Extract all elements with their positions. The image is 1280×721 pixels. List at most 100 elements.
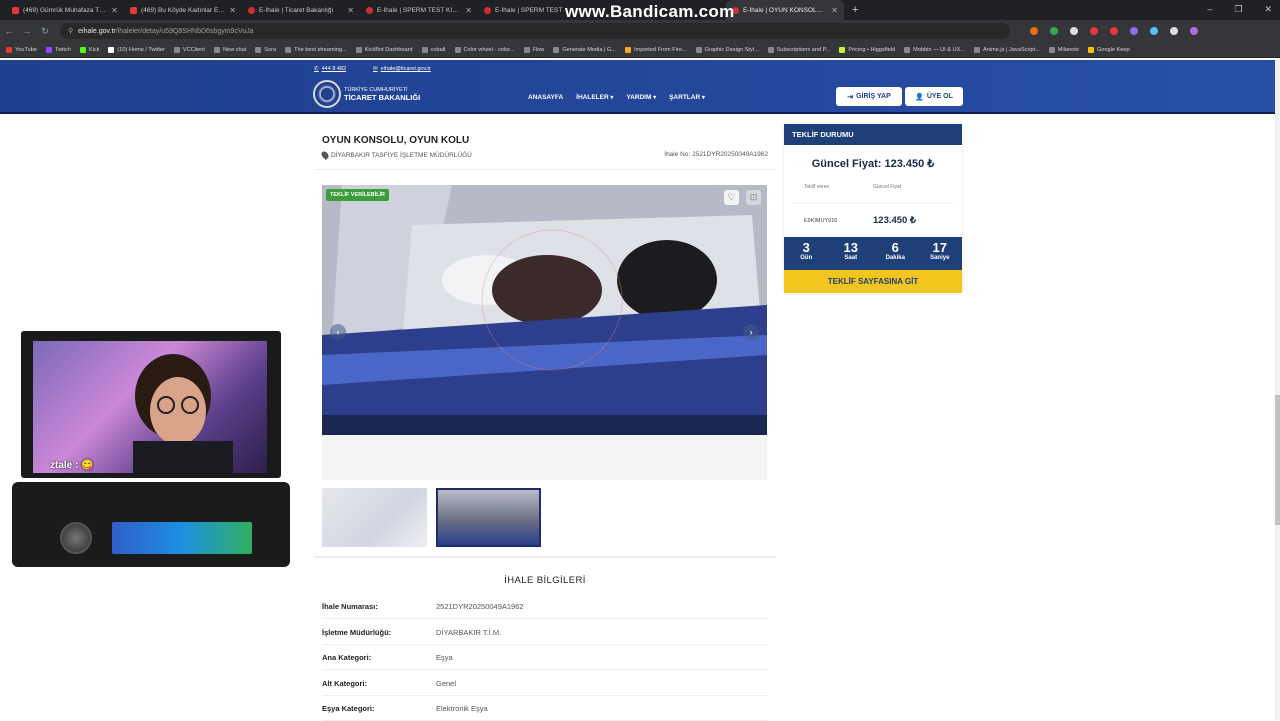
reload-icon[interactable]: ↻ xyxy=(36,26,54,37)
bookmark-item[interactable]: YouTube xyxy=(6,46,37,53)
status-badge: TEKLİF VERİLEBİLİR xyxy=(326,189,389,201)
nav-terms[interactable]: ŞARTLAR xyxy=(669,94,705,101)
extensions-puzzle-icon[interactable] xyxy=(1170,27,1178,35)
scrollbar-thumb[interactable] xyxy=(1275,395,1280,525)
youtube-icon xyxy=(12,6,19,14)
bookmark-item[interactable]: Sora xyxy=(255,46,276,53)
page-scrollbar[interactable] xyxy=(1275,60,1280,720)
bookmark-item[interactable]: Milanote xyxy=(1048,46,1079,53)
bookmark-item[interactable]: Subscriptions and P... xyxy=(767,46,830,53)
youtube-icon xyxy=(6,46,12,53)
bookmark-item[interactable]: Imported From Fire... xyxy=(625,46,687,53)
webcam-overlay xyxy=(12,331,290,567)
site-header: ✆ 444 8 482 ✉ eihale@ticaret.gov.tr TÜRKİY… xyxy=(0,60,1276,114)
bookmark-item[interactable]: Flow xyxy=(523,46,544,53)
browser-tab[interactable]: (469) Bu Köyde Kadınlar Erkekl ✕ xyxy=(124,0,242,20)
listing-photo-carousel[interactable]: TEKLİF VERİLEBİLİR ♡ ⊡ ‹ › xyxy=(322,185,767,435)
go-to-offer-button[interactable]: TEKLİF SAYFASINA GİT xyxy=(784,270,962,293)
ministry-seal-icon xyxy=(313,80,341,108)
bookmark-item[interactable]: Pricing • Higgsfield xyxy=(839,46,895,53)
nav-auctions[interactable]: İHALELER xyxy=(576,94,613,101)
info-row: Alt Kategori: Genel xyxy=(322,671,768,696)
extension-icon[interactable] xyxy=(1110,27,1118,35)
close-icon[interactable]: ✕ xyxy=(465,6,472,15)
close-icon[interactable]: ✕ xyxy=(111,6,118,15)
bookmarks-bar: YouTube Twitch Kick (10) Home / Twitter … xyxy=(0,42,1280,58)
url-field[interactable]: ⚲ eihale.gov.tr/ihaleler/detay/u59Q8SHNb… xyxy=(60,23,1010,39)
bookmark-item[interactable]: Google Keep xyxy=(1087,46,1130,53)
bookmark-item[interactable]: cobalt xyxy=(421,46,446,53)
bookmark-item[interactable]: Generate Media | G... xyxy=(553,46,616,53)
minimize-icon[interactable]: – xyxy=(1207,4,1212,15)
bookmark-item[interactable]: New chat xyxy=(213,46,246,53)
bid-row: E9KIMUY916 123.450 ₺ xyxy=(792,203,954,235)
bookmark-item[interactable]: Graphic Design Styl... xyxy=(695,46,759,53)
extension-icon[interactable] xyxy=(1050,27,1058,35)
chevron-left-icon[interactable]: ‹ xyxy=(330,324,346,340)
turkey-flag-icon xyxy=(484,6,491,14)
extension-icon[interactable] xyxy=(1070,27,1078,35)
browser-tab-active[interactable]: E-İhale | OYUN KONSOLU, OYUN✕ xyxy=(726,0,844,20)
login-icon: ⇥ xyxy=(847,93,854,101)
bookmark-item[interactable]: (10) Home / Twitter xyxy=(108,46,165,53)
bookmark-item[interactable]: Twitch xyxy=(45,46,71,53)
listing-title: OYUN KONSOLU, OYUN KOLU xyxy=(322,135,470,146)
auction-info-section: İHALE BİLGİLERİ İhale Numarası: 2521DYR20… xyxy=(314,565,776,721)
browser-tab[interactable]: (469) Gümrük Muhafaza Türkiye ✕ xyxy=(6,0,124,20)
maximize-icon[interactable]: ❐ xyxy=(1234,4,1242,15)
window-controls: – ❐ ✕ xyxy=(1207,4,1272,15)
bookmark-icon xyxy=(523,46,530,53)
info-row: Ana Kategori: Eşya xyxy=(322,645,768,670)
countdown-timer: 3 Gün 13 Saat 6 Dakika 17 Saniye xyxy=(784,237,962,270)
info-row: İhale Numarası: 2521DYR20250049A1962 xyxy=(322,594,768,619)
forward-icon[interactable]: → xyxy=(18,26,36,36)
auction-number: İhale No: 2521DYR20250049A1962 xyxy=(664,151,768,158)
phone-link[interactable]: ✆ 444 8 482 xyxy=(314,66,346,72)
extension-icon[interactable] xyxy=(1090,27,1098,35)
bookmark-item[interactable]: Kick xyxy=(79,46,99,53)
profile-avatar[interactable] xyxy=(1190,27,1198,35)
email-link[interactable]: ✉ eihale@ticaret.gov.tr xyxy=(373,66,431,72)
bookmark-item[interactable]: Color wheel - color... xyxy=(454,46,515,53)
photo-thumbnail[interactable] xyxy=(322,488,427,547)
expand-icon[interactable]: ⊡ xyxy=(746,190,761,205)
site-info-icon[interactable]: ⚲ xyxy=(68,27,73,35)
chevron-right-icon[interactable]: › xyxy=(743,324,759,340)
extension-icon[interactable] xyxy=(1030,27,1038,35)
photo-thumbnail-selected[interactable] xyxy=(436,488,541,547)
address-bar-row: ← → ↻ ⚲ eihale.gov.tr/ihaleler/detay/u59… xyxy=(0,20,1280,42)
listing-title-card: OYUN KONSOLU, OYUN KOLU DİYARBAKIR TASFİ… xyxy=(314,125,776,170)
bookmark-icon xyxy=(355,46,362,53)
browser-tab[interactable]: E-İhale | Ticaret Bakanlığı ✕ xyxy=(242,0,360,20)
extension-icon[interactable] xyxy=(1150,27,1158,35)
bookmark-item[interactable]: Mobbin — UI & UX... xyxy=(904,46,965,53)
back-icon[interactable]: ← xyxy=(0,26,18,36)
column-header: Teklif veren xyxy=(804,184,830,190)
column-header: Güncel Fiyat xyxy=(873,184,902,190)
radio-display xyxy=(112,522,252,554)
close-icon[interactable]: ✕ xyxy=(831,6,838,15)
login-button[interactable]: ⇥ GİRİŞ YAP xyxy=(836,87,902,106)
close-window-icon[interactable]: ✕ xyxy=(1264,4,1272,15)
bookmark-item[interactable]: VCClient xyxy=(173,46,205,53)
folder-icon xyxy=(625,46,631,53)
close-icon[interactable]: ✕ xyxy=(229,6,236,15)
nav-help[interactable]: YARDIM xyxy=(626,94,656,101)
bookmark-item[interactable]: Anime.js | JavaScript... xyxy=(974,46,1040,53)
bookmark-icon xyxy=(173,46,180,53)
close-icon[interactable]: ✕ xyxy=(347,6,354,15)
ministry-logo[interactable]: TÜRKİYE CUMHURİYETİ TİCARET BAKANLIĞI xyxy=(313,80,420,108)
nav-home[interactable]: ANASAYFA xyxy=(528,94,563,101)
bookmark-icon xyxy=(1048,46,1055,53)
extension-icon[interactable] xyxy=(1130,27,1138,35)
new-tab-button[interactable]: + xyxy=(852,4,858,16)
bookmark-icon xyxy=(904,46,911,53)
register-button[interactable]: 👤 ÜYE OL xyxy=(905,87,963,106)
bookmark-item[interactable]: The best streaming... xyxy=(285,46,347,53)
bookmark-item[interactable]: KickBot Dashboard xyxy=(355,46,413,53)
photo-caption-area xyxy=(322,435,767,480)
heart-icon[interactable]: ♡ xyxy=(724,190,739,205)
bookmark-icon xyxy=(553,46,560,53)
browser-tab[interactable]: E-İhale | SPERM TEST KİTİ (2025✕ xyxy=(360,0,478,20)
youtube-icon xyxy=(130,6,137,14)
